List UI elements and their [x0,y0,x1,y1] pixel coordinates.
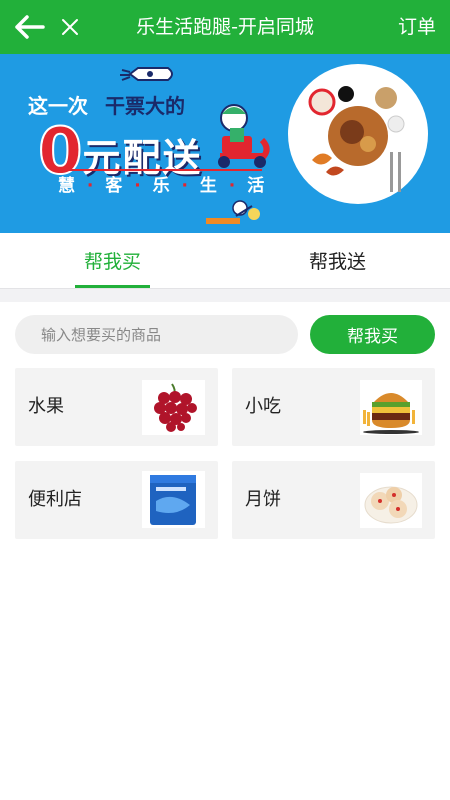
section-divider [0,288,450,302]
back-button[interactable] [0,0,58,54]
category-label: 水果 [28,396,64,417]
buy-for-me-button[interactable]: 帮我买 [310,315,435,354]
close-icon [62,19,78,35]
close-button[interactable] [58,0,82,54]
category-convenience-store[interactable]: 便利店 [15,461,218,539]
orders-button[interactable]: 订单 [398,0,436,54]
banner-brand-char: 客 [105,176,126,196]
food-plate-image [288,64,428,204]
banner-brand: 慧 · 客 · 乐 · 生 · 活 [58,176,268,196]
grapes-image [142,380,205,435]
arrow-left-icon [15,15,45,39]
product-search-input[interactable] [15,315,298,354]
banner-brand-char: 乐 [152,176,173,196]
category-fruit[interactable]: 水果 [15,368,218,446]
banner-brand-char: 活 [247,176,268,196]
mooncake-image [360,473,422,528]
banner-brand-char: 生 [199,176,220,196]
banner-headline-b: 干票大的 [104,94,185,118]
banner-brand-char: 慧 [58,176,78,196]
burger-image [360,380,422,435]
category-label: 小吃 [245,396,281,417]
tab-buy-for-me[interactable]: 帮我买 [0,233,225,288]
category-label: 月饼 [245,489,281,510]
category-mooncake[interactable]: 月饼 [232,461,435,539]
top-bar: 乐生活跑腿-开启同城 订单 [0,0,450,54]
category-snacks[interactable]: 小吃 [232,368,435,446]
tab-deliver-for-me[interactable]: 帮我送 [225,233,450,288]
promo-banner[interactable]: 这一次 干票大的 0 元配送 慧 · 客 · 乐 · 生 · 活 [0,54,450,233]
store-product-image [142,471,205,528]
category-label: 便利店 [28,489,82,510]
tab-bar: 帮我买 帮我送 [0,233,450,288]
